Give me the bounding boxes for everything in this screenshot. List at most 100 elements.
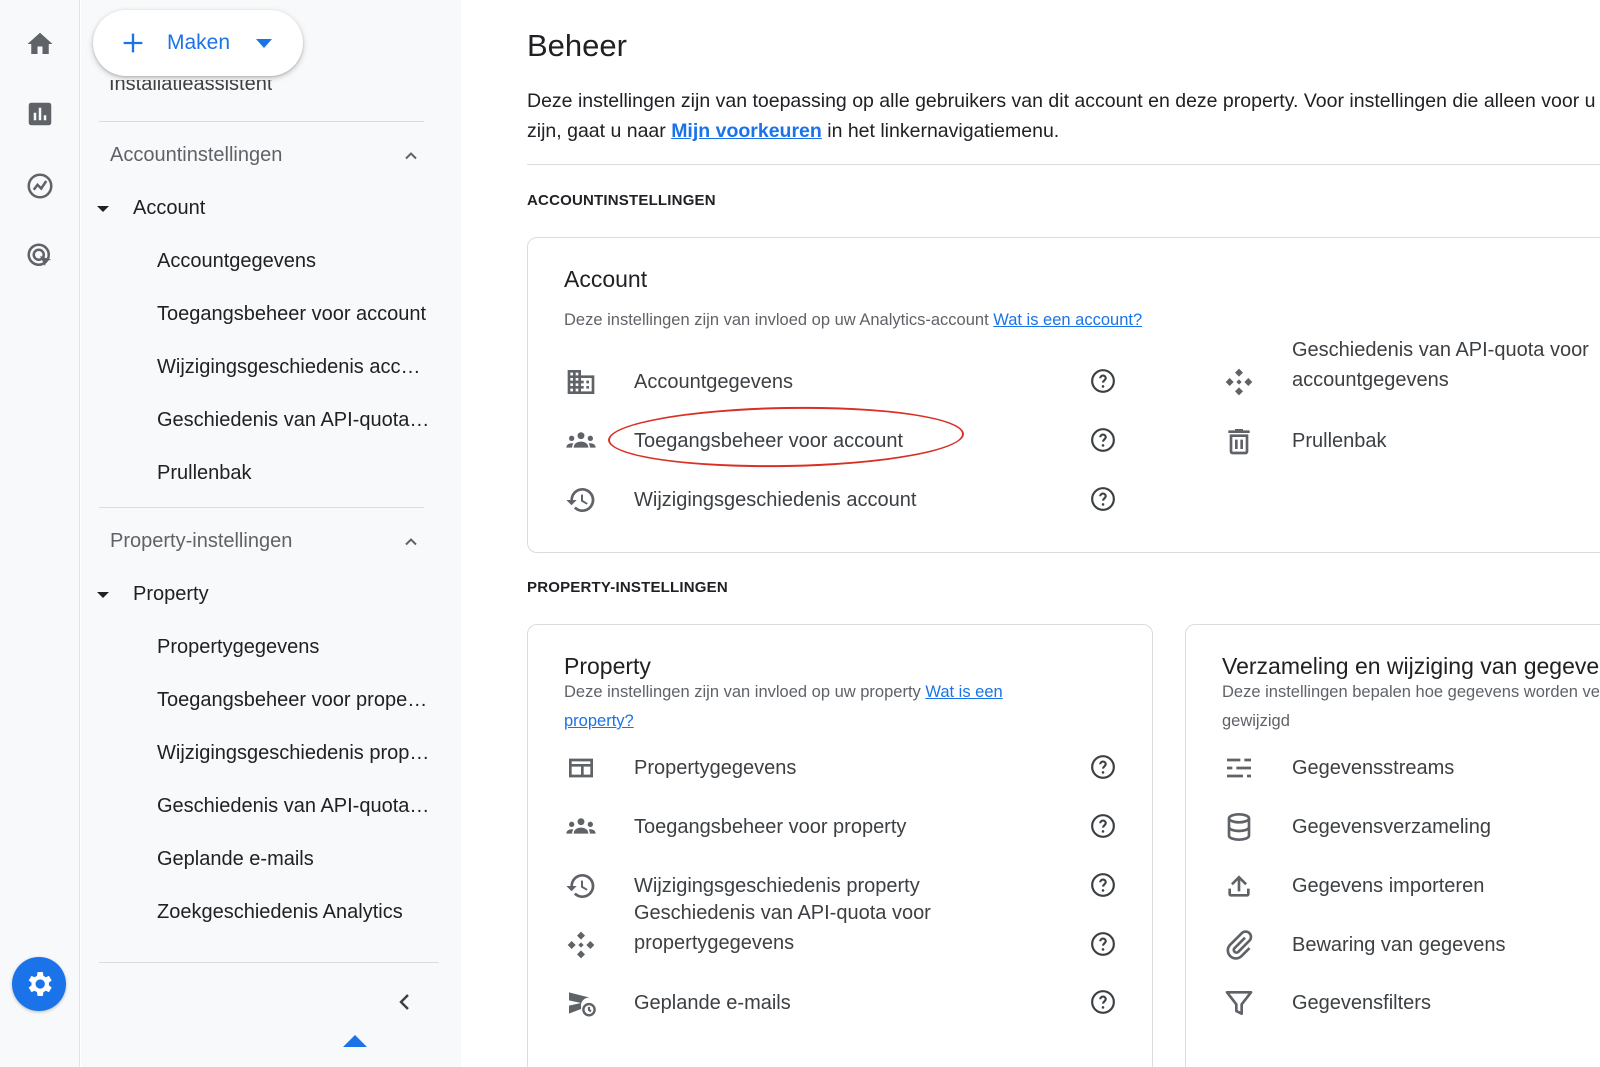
caret-down-icon[interactable] bbox=[97, 206, 109, 212]
nav-item-account-access[interactable]: Toegangsbeheer voor account bbox=[157, 303, 429, 326]
data-filters-label: Gegevensfilters bbox=[1292, 992, 1431, 1014]
account-card-title: Account bbox=[564, 266, 648, 292]
property-api-quota-label-2: propertygegevens bbox=[634, 932, 795, 954]
upload-icon bbox=[1222, 869, 1256, 903]
account-details-row[interactable]: Accountgegevens bbox=[564, 365, 793, 399]
nav-item-property-api-quota[interactable]: Geschiedenis van API-quota voor property… bbox=[157, 795, 431, 818]
account-api-quota-label-2: accountgegevens bbox=[1292, 369, 1449, 391]
account-history-row[interactable]: Wijzigingsgeschiedenis account bbox=[564, 483, 916, 517]
account-access-row[interactable]: Toegangsbeheer voor account bbox=[564, 424, 903, 458]
help-icon[interactable] bbox=[1090, 486, 1116, 512]
scheduled-emails-row[interactable]: Geplande e-mails bbox=[564, 986, 791, 1020]
create-button-label: Maken bbox=[167, 31, 231, 54]
nav-divider bbox=[99, 121, 424, 122]
nav-item-search-history[interactable]: Zoekgeschiedenis Analytics bbox=[157, 901, 437, 924]
data-streams-label: Gegevensstreams bbox=[1292, 757, 1455, 779]
nav-section-property-settings[interactable]: Property-instellingen bbox=[110, 530, 292, 553]
advertising-icon[interactable] bbox=[18, 234, 62, 278]
account-details-label: Accountgegevens bbox=[634, 371, 794, 393]
collection-desc-line-2: gewijzigd bbox=[1222, 712, 1290, 730]
reports-icon[interactable] bbox=[18, 92, 62, 136]
property-history-row[interactable]: Wijzigingsgeschiedenis property bbox=[564, 869, 920, 903]
building-icon bbox=[564, 365, 598, 399]
account-api-quota-row[interactable]: Geschiedenis van API-quota voor accountg… bbox=[1222, 339, 1589, 399]
property-api-quota-row[interactable]: Geschiedenis van API-quota voor property… bbox=[564, 902, 931, 962]
nav-section-account-settings[interactable]: Accountinstellingen bbox=[110, 144, 282, 167]
data-collection-row[interactable]: Gegevensverzameling bbox=[1222, 810, 1491, 844]
data-collection-card: Verzameling en wijziging van gegevens De… bbox=[1185, 624, 1600, 1067]
property-details-row[interactable]: Propertygegevens bbox=[564, 751, 796, 785]
nav-item-property-details[interactable]: Propertygegevens bbox=[157, 636, 447, 659]
data-import-label: Gegevens importeren bbox=[1292, 875, 1485, 897]
help-icon[interactable] bbox=[1090, 427, 1116, 453]
my-preferences-link[interactable]: Mijn voorkeuren bbox=[671, 120, 822, 142]
nav-item-trash[interactable]: Prullenbak bbox=[157, 462, 447, 485]
explore-icon[interactable] bbox=[18, 164, 62, 208]
data-collection-label: Gegevensverzameling bbox=[1292, 816, 1491, 838]
nav-divider bbox=[99, 962, 439, 963]
nav-item-scheduled-emails[interactable]: Geplande e-mails bbox=[157, 848, 447, 871]
page-title: Beheer bbox=[527, 28, 627, 63]
data-retention-row[interactable]: Bewaring van gegevens bbox=[1222, 928, 1505, 962]
help-icon[interactable] bbox=[1090, 813, 1116, 839]
history-icon bbox=[564, 869, 598, 903]
data-import-row[interactable]: Gegevens importeren bbox=[1222, 869, 1484, 903]
property-api-quota-label-1: Geschiedenis van API-quota voor bbox=[634, 902, 931, 924]
intro-line-2: zijn, gaat u naar bbox=[527, 120, 672, 142]
admin-nav: Installatieassistent Maken Accountinstel… bbox=[81, 0, 461, 1067]
property-history-label: Wijzigingsgeschiedenis property bbox=[634, 875, 920, 897]
intro-line-2-end: in het linkernavigatiemenu. bbox=[821, 120, 1060, 142]
admin-main: Beheer Deze instellingen zijn van toepas… bbox=[461, 0, 1600, 1067]
filter-icon bbox=[1222, 986, 1256, 1020]
data-collection-card-title: Verzameling en wijziging van gegevens bbox=[1222, 653, 1600, 679]
chevron-up-icon[interactable] bbox=[401, 532, 421, 552]
what-is-property-link-2[interactable]: property? bbox=[564, 712, 634, 730]
nav-item-account-history[interactable]: Wijzigingsgeschiedenis account bbox=[157, 356, 431, 379]
indicator-triangle bbox=[343, 1035, 367, 1047]
paperclip-icon bbox=[1222, 928, 1256, 962]
help-icon[interactable] bbox=[1090, 931, 1116, 957]
property-card: Property Deze instellingen zijn van invl… bbox=[527, 624, 1153, 1067]
scheduled-send-icon bbox=[564, 986, 598, 1020]
what-is-account-link[interactable]: Wat is een account? bbox=[993, 311, 1142, 329]
property-access-label: Toegangsbeheer voor property bbox=[634, 816, 907, 838]
nav-item-property-history[interactable]: Wijzigingsgeschiedenis property bbox=[157, 742, 431, 765]
intro-line-1: Deze instellingen zijn van toepassing op… bbox=[527, 90, 1596, 112]
data-streams-row[interactable]: Gegevensstreams bbox=[1222, 751, 1454, 785]
people-icon bbox=[564, 810, 598, 844]
dropdown-caret-icon[interactable] bbox=[256, 38, 273, 48]
main-divider bbox=[527, 164, 1600, 165]
nav-item-account[interactable]: Account bbox=[133, 197, 205, 220]
property-settings-caption: PROPERTY-INSTELLINGEN bbox=[527, 579, 728, 596]
property-access-row[interactable]: Toegangsbeheer voor property bbox=[564, 810, 906, 844]
property-details-label: Propertygegevens bbox=[634, 757, 797, 779]
collapse-nav-icon[interactable] bbox=[393, 990, 417, 1014]
data-filters-row[interactable]: Gegevensfilters bbox=[1222, 986, 1431, 1020]
nav-item-cutoff[interactable]: Installatieassistent bbox=[109, 80, 272, 94]
property-card-desc: Deze instellingen zijn van invloed op uw… bbox=[564, 678, 1003, 736]
account-card: Account Deze instellingen zijn van invlo… bbox=[527, 237, 1600, 553]
help-icon[interactable] bbox=[1090, 368, 1116, 394]
nav-item-property-access[interactable]: Toegangsbeheer voor property bbox=[157, 689, 429, 712]
help-icon[interactable] bbox=[1090, 754, 1116, 780]
people-icon bbox=[564, 424, 598, 458]
admin-gear-icon[interactable] bbox=[12, 957, 66, 1011]
plus-icon bbox=[123, 33, 143, 53]
account-desc-text: Deze instellingen zijn van invloed op uw… bbox=[564, 311, 994, 329]
what-is-property-link[interactable]: Wat is een bbox=[925, 683, 1002, 701]
home-icon[interactable] bbox=[18, 22, 62, 66]
api-diamond-icon bbox=[1222, 365, 1256, 399]
create-button[interactable]: Maken bbox=[93, 10, 303, 76]
trash-row[interactable]: Prullenbak bbox=[1222, 424, 1387, 458]
nav-item-property[interactable]: Property bbox=[133, 583, 209, 606]
help-icon[interactable] bbox=[1090, 989, 1116, 1015]
nav-item-account-details[interactable]: Accountgegevens bbox=[157, 250, 447, 273]
intro-text: Deze instellingen zijn van toepassing op… bbox=[527, 86, 1600, 146]
help-icon[interactable] bbox=[1090, 872, 1116, 898]
caret-down-icon[interactable] bbox=[97, 592, 109, 598]
web-window-icon bbox=[564, 751, 598, 785]
data-retention-label: Bewaring van gegevens bbox=[1292, 934, 1506, 956]
nav-item-account-api-quota[interactable]: Geschiedenis van API-quota voor accountg… bbox=[157, 409, 431, 432]
trash-label: Prullenbak bbox=[1292, 430, 1387, 452]
chevron-up-icon[interactable] bbox=[401, 146, 421, 166]
